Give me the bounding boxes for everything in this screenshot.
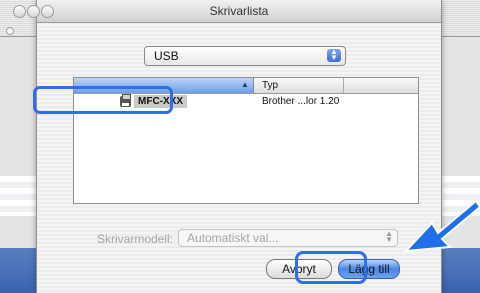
connection-popup[interactable]: USB ▲ ▼ bbox=[144, 46, 346, 66]
background-window-button bbox=[6, 27, 14, 35]
connection-popup-label: USB bbox=[154, 49, 179, 63]
printer-list-dialog: Skrivarlista USB ▲ ▼ ▲ Typ MFC-XXX Brothe… bbox=[13, 0, 442, 293]
chevron-updown-icon: ▲ ▼ bbox=[385, 229, 393, 244]
dialog-titlebar: Skrivarlista bbox=[13, 0, 441, 23]
printer-model-value: Automatiskt val... bbox=[187, 231, 279, 245]
printer-highlight-outline bbox=[33, 86, 173, 114]
printer-type: Brother ...lor 1.20 bbox=[262, 96, 340, 107]
chevron-updown-icon: ▲ ▼ bbox=[327, 48, 341, 62]
sort-ascending-icon: ▲ bbox=[241, 80, 249, 89]
add-button-highlight-outline bbox=[295, 251, 367, 284]
close-button[interactable] bbox=[13, 5, 26, 18]
column-header-type[interactable]: Typ bbox=[262, 80, 278, 91]
window-title: Skrivarlista bbox=[209, 4, 269, 18]
pointer-arrow-icon bbox=[403, 199, 480, 253]
printer-model-label: Skrivarmodell: bbox=[97, 232, 174, 246]
printer-model-popup[interactable]: Automatiskt val... ▲ ▼ bbox=[178, 229, 398, 247]
column-divider bbox=[343, 78, 344, 93]
